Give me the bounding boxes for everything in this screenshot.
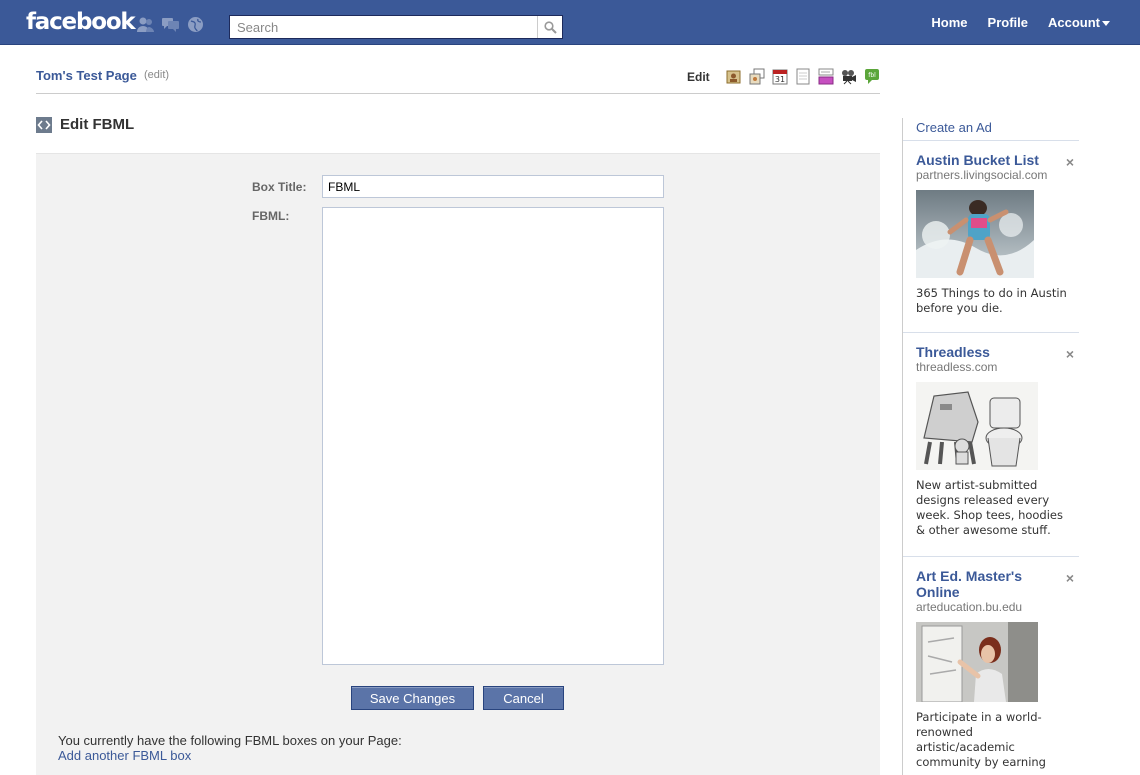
box-title-input[interactable] <box>322 175 664 198</box>
edit-fbml-form: Box Title: FBML: Save Changes Cancel You… <box>36 153 880 775</box>
chevron-down-icon <box>1102 21 1110 26</box>
events-app-icon[interactable]: 31 <box>772 68 788 85</box>
profile-app-icon[interactable] <box>726 68 742 85</box>
ad-item[interactable]: Austin Bucket List partners.livingsocial… <box>916 152 1076 316</box>
search-icon <box>543 20 557 34</box>
svg-text:fbl: fbl <box>868 72 876 79</box>
ad-image[interactable] <box>916 622 1038 702</box>
app-icons: 31 fbl <box>726 68 880 85</box>
ad-url: threadless.com <box>916 360 998 374</box>
fbml-app-icon[interactable]: fbl <box>864 68 880 85</box>
discussions-app-icon[interactable] <box>818 68 834 85</box>
page-edit-link[interactable]: (edit) <box>144 69 169 81</box>
notification-jewels <box>136 16 205 33</box>
close-icon[interactable]: × <box>1064 347 1076 361</box>
fbml-code-icon <box>36 116 52 133</box>
ad-divider <box>903 140 1079 141</box>
ad-title[interactable]: Threadless <box>916 344 1056 360</box>
ad-divider <box>903 556 1079 557</box>
edit-label: Edit <box>687 70 710 84</box>
svg-text:31: 31 <box>775 75 785 84</box>
video-app-icon[interactable] <box>841 68 857 85</box>
ad-divider <box>903 332 1079 333</box>
friend-requests-icon[interactable] <box>136 16 155 33</box>
search-button[interactable] <box>537 16 562 38</box>
close-icon[interactable]: × <box>1064 571 1076 585</box>
ad-item[interactable]: Art Ed. Master's Online arteducation.bu.… <box>916 568 1076 770</box>
photos-app-icon[interactable] <box>749 68 765 85</box>
ad-item[interactable]: Threadless threadless.com × New artist-s… <box>916 344 1076 538</box>
ads-column: Create an Ad Austin Bucket List partners… <box>902 118 1079 775</box>
notifications-globe-icon[interactable] <box>186 16 205 33</box>
nav-profile[interactable]: Profile <box>978 0 1038 45</box>
ad-url: arteducation.bu.edu <box>916 600 1023 614</box>
top-nav: Home Profile Account <box>921 0 1140 45</box>
ad-title[interactable]: Austin Bucket List <box>916 152 1056 168</box>
ad-image[interactable] <box>916 190 1034 278</box>
ad-url: partners.livingsocial.com <box>916 168 1048 182</box>
search-box <box>229 15 563 39</box>
current-boxes-text: You currently have the following FBML bo… <box>58 733 402 748</box>
fbml-textarea[interactable] <box>322 207 664 665</box>
fbml-label: FBML: <box>252 209 290 223</box>
nav-home[interactable]: Home <box>921 0 977 45</box>
facebook-logo[interactable]: facebook <box>26 10 136 34</box>
messages-icon[interactable] <box>161 16 180 33</box>
save-changes-button[interactable]: Save Changes <box>351 686 474 710</box>
ad-image[interactable] <box>916 382 1038 470</box>
nav-account[interactable]: Account <box>1038 0 1140 45</box>
cancel-button[interactable]: Cancel <box>483 686 564 710</box>
ad-text: 365 Things to do in Austin before you di… <box>916 286 1067 315</box>
ad-title[interactable]: Art Ed. Master's Online <box>916 568 1056 600</box>
close-icon[interactable]: × <box>1064 155 1076 169</box>
page-title: Edit FBML <box>60 116 135 133</box>
nav-account-label: Account <box>1048 15 1100 30</box>
box-title-label: Box Title: <box>252 180 307 194</box>
section-title: Edit FBML <box>36 116 134 133</box>
notes-app-icon[interactable] <box>795 68 811 85</box>
page-name-link[interactable]: Tom's Test Page <box>36 68 137 83</box>
ad-text: New artist-submitted designs released ev… <box>916 478 1063 537</box>
search-input[interactable] <box>230 16 538 38</box>
add-fbml-box-link[interactable]: Add another FBML box <box>58 748 191 763</box>
create-ad-link[interactable]: Create an Ad <box>916 120 992 135</box>
ad-text: Participate in a world-renowned artistic… <box>916 710 1046 769</box>
top-bar: facebook Home Profile Account <box>0 0 1140 45</box>
page-header: Tom's Test Page (edit) Edit 31 fbl <box>36 60 880 94</box>
